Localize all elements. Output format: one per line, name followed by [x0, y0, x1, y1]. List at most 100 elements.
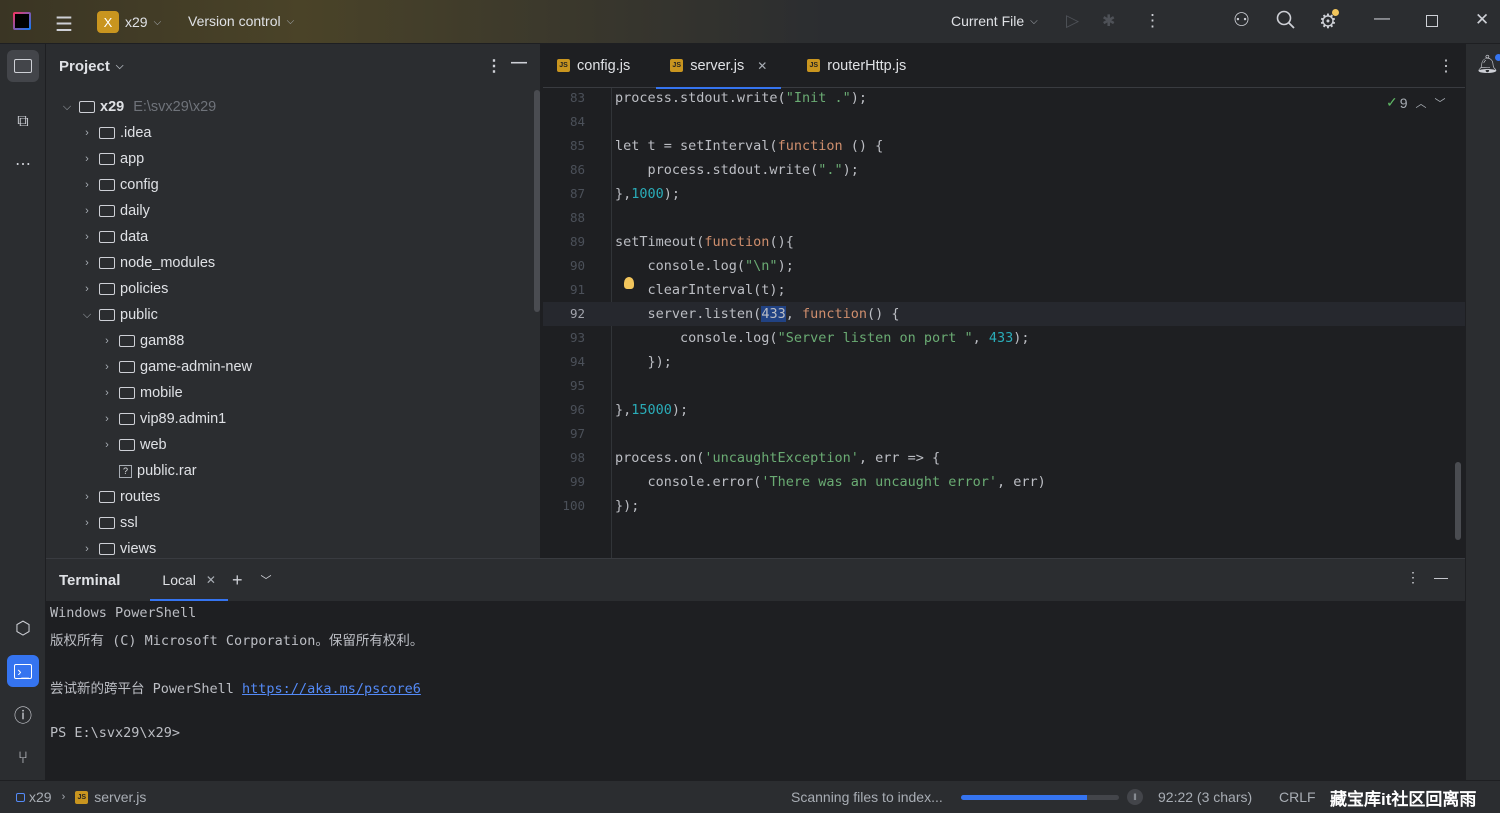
code-token: "Init ." — [785, 90, 851, 106]
chevron-down-icon[interactable]: ⌵ — [80, 309, 94, 322]
line-ending[interactable]: CRLF — [1279, 789, 1316, 805]
close-icon[interactable]: ✕ — [1475, 10, 1489, 30]
git-tool-button[interactable]: ⑂ — [7, 742, 39, 774]
inspection-widget[interactable]: ✓ 9 ︿ ﹀ — [1386, 94, 1446, 111]
tree-item[interactable]: ⌵ x29 E:\svx29\x29 — [60, 94, 216, 120]
editor-scrollbar[interactable] — [1455, 462, 1461, 540]
chevron-down-icon[interactable]: ﹀ — [260, 572, 271, 588]
project-switcher[interactable]: X x29 ⌵ — [97, 11, 161, 33]
indexing-status[interactable]: Scanning files to index... — [791, 789, 943, 805]
close-tab-icon[interactable]: ✕ — [206, 573, 216, 587]
pscore-link[interactable]: https://aka.ms/pscore6 — [242, 681, 421, 697]
folder-icon — [99, 127, 115, 139]
chevron-right-icon[interactable]: › — [100, 413, 114, 425]
chevron-right-icon[interactable]: › — [100, 439, 114, 451]
chevron-right-icon[interactable]: › — [100, 361, 114, 373]
breadcrumb-file[interactable]: server.js — [94, 789, 146, 805]
terminal-tab-local[interactable]: Local ✕ — [150, 559, 228, 601]
chevron-down-icon[interactable]: ⌵ — [60, 101, 74, 114]
search-icon[interactable] — [1276, 10, 1296, 30]
hide-panel-icon[interactable]: — — [511, 54, 527, 72]
chevron-right-icon[interactable]: › — [80, 153, 94, 165]
terminal-tool-button[interactable]: ›_ — [7, 655, 39, 687]
chevron-down-icon: ⌵ — [286, 15, 295, 27]
terminal-prompt[interactable]: PS E:\svx29\x29> — [50, 725, 180, 741]
tree-item[interactable]: › vip89.admin1 — [100, 406, 226, 432]
tree-item-label: daily — [120, 203, 150, 219]
tree-item[interactable]: › web — [100, 432, 166, 458]
pause-icon[interactable]: ‖ — [1127, 789, 1143, 805]
chevron-right-icon[interactable]: › — [80, 283, 94, 295]
tab-config-js[interactable]: JS config.js — [543, 44, 644, 88]
project-path: E:\svx29\x29 — [133, 99, 217, 115]
chevron-right-icon[interactable]: › — [80, 257, 94, 269]
chevron-right-icon[interactable]: › — [80, 127, 94, 139]
hide-terminal-icon[interactable]: — — [1434, 569, 1448, 585]
run-icon[interactable]: ▷ — [1066, 11, 1079, 31]
line-number: 93 — [569, 330, 585, 345]
chevron-right-icon[interactable]: › — [80, 491, 94, 503]
notifications-icon[interactable]: 🔔︎ — [1476, 54, 1500, 75]
tree-item[interactable]: › gam88 — [100, 328, 184, 354]
add-user-icon[interactable]: ⚇ — [1233, 9, 1250, 32]
project-tool-button[interactable] — [7, 50, 39, 82]
tree-item[interactable]: ⌵ public — [80, 302, 158, 328]
code-line: },1000); — [615, 182, 680, 206]
problems-tool-button[interactable]: ⓘ — [7, 699, 39, 731]
left-tool-strip: ⧉ ⋯ ⬡ ›_ ⓘ ⑂ — [0, 44, 46, 780]
code-token: 433 — [761, 306, 786, 322]
more-tools-button[interactable]: ⋯ — [7, 148, 39, 180]
close-tab-icon[interactable]: ✕ — [757, 59, 767, 73]
tab-server-js[interactable]: JS server.js ✕ — [656, 44, 782, 89]
tree-item[interactable]: › node_modules — [80, 250, 215, 276]
terminal-options-icon[interactable]: ⋮ — [1406, 569, 1420, 586]
terminal-output: 版权所有 (C) Microsoft Corporation。保留所有权利。 — [50, 633, 424, 649]
maximize-icon[interactable] — [1426, 15, 1438, 27]
chevron-right-icon[interactable]: › — [100, 335, 114, 347]
vcs-menu[interactable]: Version control ⌵ — [188, 13, 294, 29]
chevron-right-icon[interactable]: › — [100, 387, 114, 399]
chevron-right-icon[interactable]: › — [80, 517, 94, 529]
tree-item[interactable]: › .idea — [80, 120, 151, 146]
tree-item[interactable]: ? public.rar — [100, 458, 197, 484]
chevron-right-icon[interactable]: › — [80, 179, 94, 191]
run-tool-button[interactable]: ⬡ — [7, 612, 39, 644]
chevron-right-icon[interactable]: › — [80, 231, 94, 243]
code-line: server.listen(433, function() { — [615, 302, 900, 326]
new-tab-icon[interactable]: + — [232, 570, 243, 591]
chevron-down-icon[interactable]: ﹀ — [1435, 95, 1446, 111]
code-area[interactable]: 83 process.stdout.write("Init ."); 84 85 let… — [543, 88, 1465, 558]
breadcrumb-project[interactable]: x29 — [29, 789, 52, 805]
code-line: setTimeout(function(){ — [615, 230, 794, 254]
tree-item[interactable]: › daily — [80, 198, 150, 224]
tree-item[interactable]: › config — [80, 172, 159, 198]
tree-item[interactable]: › ssl — [80, 510, 138, 536]
tab-routerHttp-js[interactable]: JS routerHttp.js — [793, 44, 920, 88]
main-menu-icon[interactable]: ☰ — [55, 12, 73, 37]
chevron-right-icon[interactable]: › — [80, 205, 94, 217]
tree-item[interactable]: › data — [80, 224, 148, 250]
run-config-selector[interactable]: Current File ⌵ — [951, 13, 1038, 29]
chevron-up-icon[interactable]: ︿ — [1416, 95, 1427, 111]
chevron-right-icon[interactable]: › — [80, 543, 94, 555]
options-icon[interactable]: ⋮ — [486, 56, 502, 76]
structure-tool-button[interactable]: ⧉ — [7, 106, 39, 138]
more-icon[interactable]: ⋮ — [1144, 11, 1161, 31]
tree-item[interactable]: › app — [80, 146, 144, 172]
project-panel-header[interactable]: Project ⌵ ⋮ — — [46, 44, 540, 88]
folder-icon — [99, 153, 115, 165]
settings-icon[interactable]: ⚙ — [1319, 9, 1339, 34]
scrollbar[interactable] — [534, 90, 540, 312]
run-config-label: Current File — [951, 13, 1025, 29]
tree-item[interactable]: › mobile — [100, 380, 183, 406]
minimize-icon[interactable]: — — [1374, 10, 1390, 28]
debug-icon[interactable]: ✱ — [1102, 11, 1115, 31]
caret-position[interactable]: 92:22 (3 chars) — [1158, 789, 1252, 805]
lightbulb-icon[interactable] — [624, 277, 634, 289]
tree-item[interactable]: › routes — [80, 484, 160, 510]
code-token: , — [972, 330, 989, 346]
git-branch-icon: ⑂ — [17, 748, 29, 767]
tree-item[interactable]: › game-admin-new — [100, 354, 252, 380]
tab-options-icon[interactable]: ⋮ — [1438, 56, 1454, 76]
tree-item[interactable]: › policies — [80, 276, 168, 302]
